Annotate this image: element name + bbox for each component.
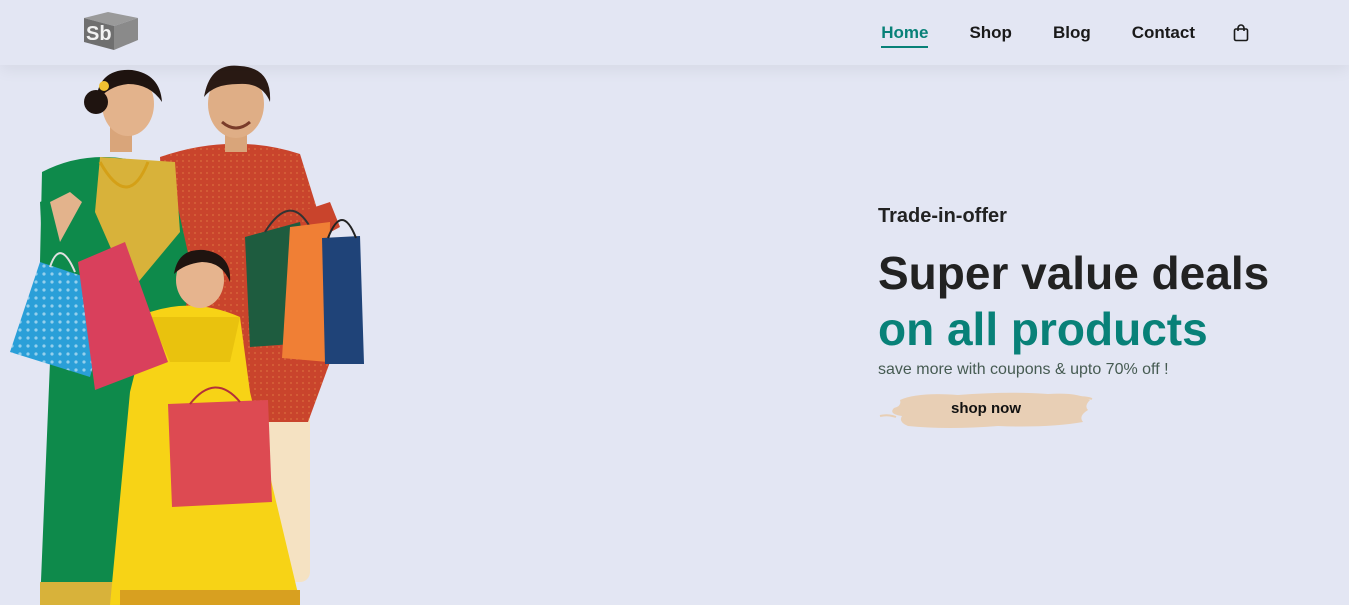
brand-logo[interactable]: Sb [80,10,140,52]
hero-text-block: Trade-in-offer Super value deals on all … [878,204,1338,432]
nav-shop-link[interactable]: Shop [969,23,1012,43]
shopping-bag-icon[interactable] [1233,23,1251,42]
shop-now-button[interactable]: shop now [878,386,1094,432]
hero-title-line2: on all products [878,303,1208,355]
page: Sb Home Shop Blog Contact Trade-in-offer… [0,0,1349,605]
main-nav: Home Shop Blog Contact [840,0,1251,65]
nav-home-link[interactable]: Home [881,23,929,48]
hero-title-line1: Super value deals [878,247,1270,299]
hero-family-image [0,62,380,605]
nav-blog-link[interactable]: Blog [1053,23,1091,43]
logo-text: Sb [86,23,112,45]
hero-kicker: Trade-in-offer [878,205,1007,227]
nav-contact-link[interactable]: Contact [1132,23,1195,43]
site-header: Sb Home Shop Blog Contact [0,0,1349,65]
shop-now-label: shop now [951,400,1021,417]
hero-subtitle: save more with coupons & upto 70% off ! [878,361,1169,378]
